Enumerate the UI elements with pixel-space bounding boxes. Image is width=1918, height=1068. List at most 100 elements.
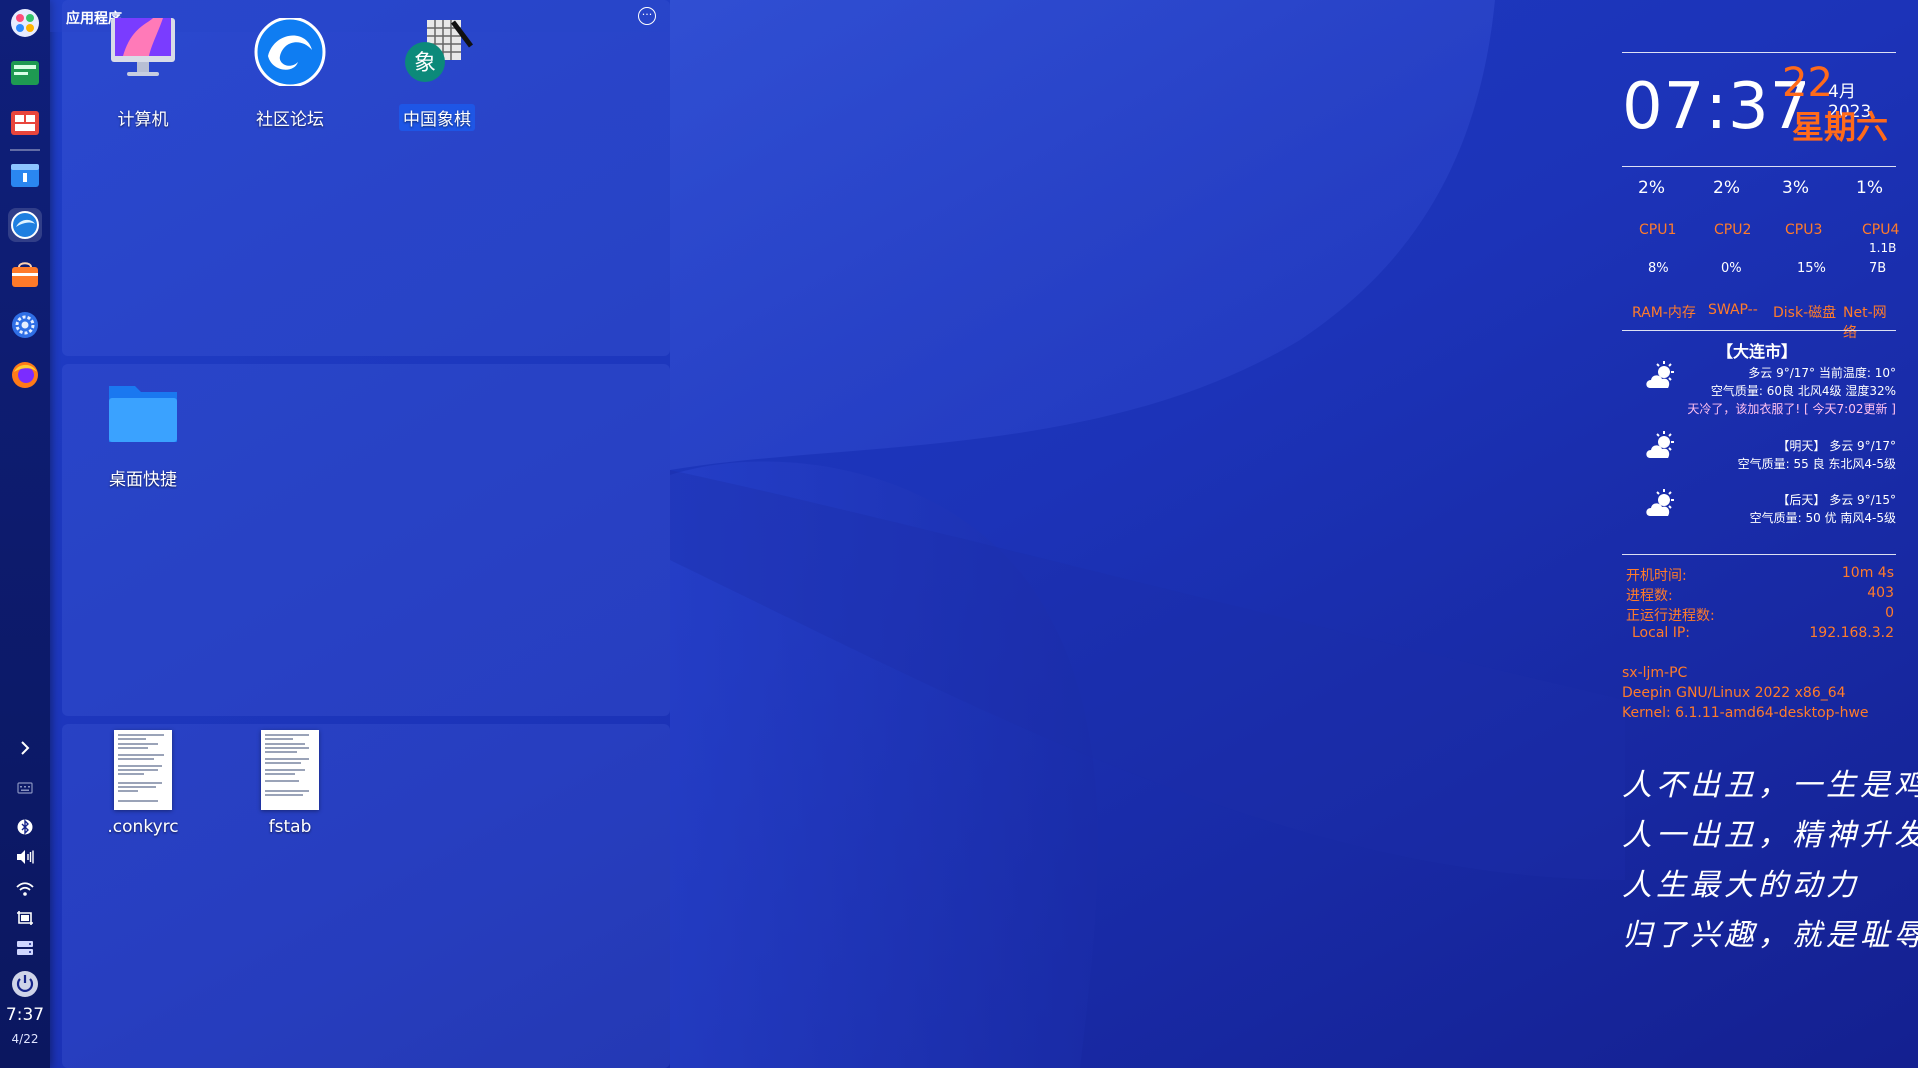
app-chinese-chess[interactable]: 象 中国象棋: [377, 18, 497, 131]
terminal-icon: [11, 61, 39, 85]
dock: 7:37 4/22: [0, 0, 50, 1068]
launcher-menu-button[interactable]: ···: [638, 7, 656, 25]
app-store-icon: [12, 262, 38, 287]
partly-cloudy-icon: [1646, 361, 1674, 388]
net-label: Net-网络: [1843, 305, 1887, 341]
file-fstab[interactable]: fstab: [230, 730, 350, 838]
uptime-value: 10m 4s: [1841, 565, 1894, 581]
wifi-tray-button[interactable]: [0, 881, 50, 897]
volume-icon: [17, 850, 34, 864]
processes-value: 403: [1867, 585, 1894, 601]
cpu4-percent: 1%: [1856, 178, 1883, 198]
dock-expand-button[interactable]: [0, 740, 50, 756]
poem-line-4: 归了兴趣，就是耻辱: [1622, 918, 1918, 953]
browser-icon: [11, 211, 39, 239]
keyboard-tray-button[interactable]: [0, 782, 50, 794]
dock-clock-time[interactable]: 7:37: [0, 1005, 50, 1025]
running-processes-value: 0: [1885, 605, 1894, 621]
conky-widget: 07:37 22 4月 2023 星期六 2% 2% 3% 1% CPU1 CP…: [1622, 0, 1918, 1068]
file-fstab-label: fstab: [268, 817, 312, 837]
disk-label: Disk-磁盘: [1773, 305, 1837, 321]
poem-line-2: 人一出丑，精神升发: [1622, 818, 1918, 853]
weather-today-line3: 天冷了，该加衣服了! [ 今天7:02更新 ]: [1687, 402, 1896, 416]
weather-after-line2: 空气质量: 50 优 南风4-5级: [1749, 511, 1896, 525]
launcher-icon: [11, 9, 39, 37]
folder-icon: [103, 378, 183, 458]
settings-dock-item[interactable]: [8, 308, 42, 342]
app-launcher-panel: 应用程序 ··· 计算机 社区论坛 象 中国象棋 桌面快捷 .conkyrc f…: [50, 0, 670, 1068]
deepin-forum-icon: [250, 16, 330, 98]
app-store-dock-item[interactable]: [8, 258, 42, 292]
running-processes-label: 正运行进程数:: [1626, 608, 1715, 624]
storage-icon: [17, 941, 33, 955]
power-button[interactable]: [0, 970, 50, 998]
weather-today-line1: 多云 9°/17° 当前温度: 10°: [1748, 366, 1896, 380]
chinese-chess-icon: 象: [397, 18, 477, 98]
file-conkyrc[interactable]: .conkyrc: [83, 730, 203, 838]
weather-after-line1: 【后天】 多云 9°/15°: [1777, 493, 1896, 507]
divider: [1622, 330, 1896, 331]
volume-tray-button[interactable]: [0, 849, 50, 865]
swap-value: 0%: [1721, 261, 1742, 276]
multitask-icon: [11, 111, 39, 135]
cpu3-label: CPU3: [1785, 222, 1823, 238]
local-ip-value: 192.168.3.2: [1809, 625, 1894, 641]
weather-tomorrow-line2: 空气质量: 55 良 东北风4-5级: [1737, 457, 1896, 471]
processes-label: 进程数:: [1626, 588, 1673, 604]
cpu2-percent: 2%: [1713, 178, 1740, 198]
cpu2-label: CPU2: [1714, 222, 1752, 238]
ellipsis-icon: ···: [641, 8, 653, 21]
kernel-version: Kernel: 6.1.11-amd64-desktop-hwe: [1622, 705, 1869, 721]
divider: [1622, 554, 1896, 555]
app-computer-label: 计算机: [117, 110, 169, 130]
file-manager-dock-item[interactable]: [8, 158, 42, 192]
divider: [1622, 52, 1896, 53]
terminal-dock-item[interactable]: [8, 56, 42, 90]
file-manager-icon: [11, 164, 39, 187]
net-up-value: 1.1B: [1869, 241, 1897, 255]
divider: [1622, 166, 1896, 167]
os-version: Deepin GNU/Linux 2022 x86_64: [1622, 685, 1846, 701]
chevron-right-icon: [21, 741, 30, 755]
browser-dock-item[interactable]: [8, 208, 42, 242]
dock-clock-date[interactable]: 4/22: [0, 1032, 50, 1046]
keyboard-icon: [17, 782, 33, 794]
app-forum-label: 社区论坛: [256, 110, 324, 130]
multitask-dock-item[interactable]: [8, 106, 42, 140]
app-forum[interactable]: 社区论坛: [230, 16, 350, 131]
folder-desktop-shortcuts-label: 桌面快捷: [109, 470, 177, 490]
firefox-dock-item[interactable]: [8, 358, 42, 392]
dock-separator: [10, 149, 40, 151]
screenshot-tray-button[interactable]: [0, 910, 50, 926]
desktop[interactable]: 7:37 4/22 应用程序 ··· 计算机 社区论坛 象 中国象棋 桌面快捷 …: [0, 0, 1918, 1068]
weather-city: 【大连市】: [1717, 342, 1798, 361]
app-chinese-chess-label: 中国象棋: [399, 104, 475, 131]
weather-today-line2: 空气质量: 60良 北风4级 湿度32%: [1710, 384, 1896, 398]
ram-label: RAM-内存: [1632, 305, 1696, 321]
app-computer[interactable]: 计算机: [83, 18, 203, 131]
power-icon: [12, 971, 38, 997]
disk-value: 15%: [1797, 261, 1826, 276]
cpu1-percent: 2%: [1638, 178, 1665, 198]
clock-day: 22: [1782, 60, 1833, 106]
poem-line-3: 人生最大的动力: [1622, 868, 1860, 903]
screenshot-icon: [17, 911, 33, 925]
net-value: 7B: [1869, 261, 1887, 276]
swap-label: SWAP--: [1708, 302, 1758, 318]
partly-cloudy-icon: [1646, 489, 1674, 516]
settings-icon: [12, 312, 38, 338]
weather-tomorrow-line1: 【明天】 多云 9°/17°: [1777, 439, 1896, 453]
firefox-icon: [12, 362, 38, 388]
ram-value: 8%: [1648, 261, 1669, 276]
file-conkyrc-label: .conkyrc: [107, 817, 179, 837]
svg-text:象: 象: [414, 51, 436, 76]
folder-desktop-shortcuts[interactable]: 桌面快捷: [83, 378, 203, 491]
bluetooth-tray-button[interactable]: [0, 818, 50, 836]
cpu3-percent: 3%: [1782, 178, 1809, 198]
local-ip-label: Local IP:: [1632, 625, 1691, 641]
partly-cloudy-icon: [1646, 431, 1674, 458]
launcher-dock-item[interactable]: [8, 6, 42, 40]
cpu4-label: CPU4: [1862, 222, 1900, 238]
storage-tray-button[interactable]: [0, 940, 50, 956]
bluetooth-icon: [17, 819, 33, 835]
